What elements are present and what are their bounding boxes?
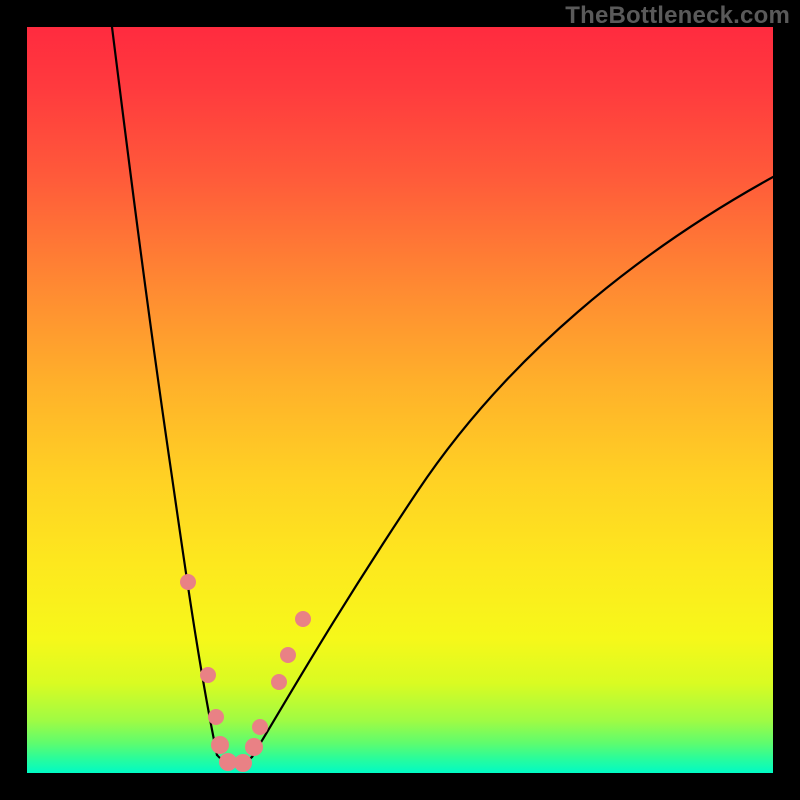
curve-left-branch bbox=[112, 27, 217, 755]
curve-right-branch bbox=[252, 177, 773, 757]
bottleneck-curve-svg bbox=[27, 27, 773, 773]
marker-point bbox=[200, 667, 216, 683]
marker-pill-left bbox=[190, 592, 205, 667]
marker-pill-right bbox=[261, 687, 275, 722]
marker-point bbox=[208, 709, 224, 725]
marker-point bbox=[245, 738, 263, 756]
plot-area bbox=[27, 27, 773, 773]
watermark-text: TheBottleneck.com bbox=[565, 2, 790, 30]
marker-point bbox=[211, 736, 229, 754]
marker-point bbox=[234, 754, 252, 772]
marker-point bbox=[271, 674, 287, 690]
marker-point bbox=[180, 574, 196, 590]
marker-point bbox=[295, 611, 311, 627]
marker-point bbox=[280, 647, 296, 663]
marker-point bbox=[252, 719, 268, 735]
